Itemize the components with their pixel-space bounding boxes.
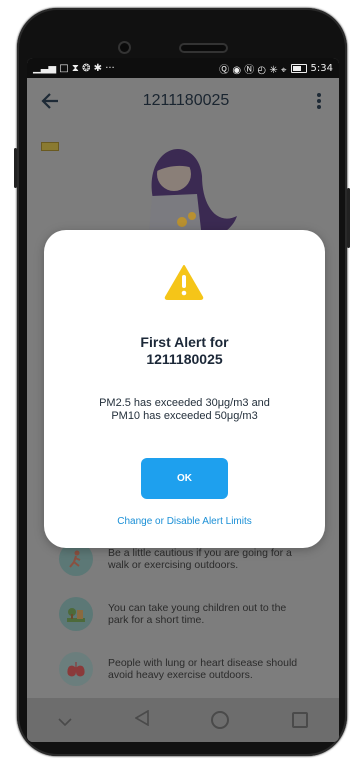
- sensor-battery-icon: [41, 142, 59, 151]
- recents-square-icon[interactable]: [291, 712, 308, 728]
- chevron-down-icon[interactable]: [58, 710, 72, 731]
- earpiece-speaker: [181, 45, 226, 51]
- tip-text: You can take young children out to the p…: [108, 602, 287, 626]
- system-nav-bar: [27, 698, 339, 742]
- list-item: You can take young children out to the p…: [59, 597, 308, 631]
- back-triangle-icon[interactable]: [134, 709, 149, 731]
- park-icon: [59, 597, 93, 631]
- more-options-icon[interactable]: [299, 78, 339, 124]
- change-alert-limits-link[interactable]: Change or Disable Alert Limits: [44, 516, 325, 527]
- battery-icon: [290, 63, 307, 73]
- status-icons-left: ▁▃▅ □ ⧗ ❂ ✱ ···: [33, 62, 115, 74]
- list-item: People with lung or heart disease should…: [59, 652, 308, 686]
- status-time: 5:34: [310, 62, 333, 74]
- dialog-message: PM2.5 has exceeded 30μg/m3 and PM10 has …: [44, 397, 325, 423]
- app-bar: 1211180025: [27, 78, 339, 124]
- dialog-title: First Alert for 1211180025: [44, 334, 325, 368]
- dialog-title-line1: First Alert for: [140, 334, 229, 350]
- volume-button: [14, 148, 17, 188]
- front-camera: [120, 43, 129, 52]
- power-button: [347, 188, 350, 248]
- page-title: 1211180025: [142, 92, 230, 109]
- home-circle-icon[interactable]: [211, 711, 230, 729]
- dialog-title-line2: 1211180025: [146, 351, 223, 367]
- warning-icon: [164, 264, 204, 300]
- dialog-message-line2: PM10 has exceeded 50μg/m3: [111, 410, 258, 422]
- status-bar: ▁▃▅ □ ⧗ ❂ ✱ ··· Ⓠ ◉ Ⓝ ◴ ✳ ⌖ 5:34: [27, 58, 339, 78]
- dialog-message-line1: PM2.5 has exceeded 30μg/m3 and: [99, 397, 270, 409]
- ok-button[interactable]: OK: [141, 458, 228, 499]
- alert-dialog: First Alert for 1211180025 PM2.5 has exc…: [44, 230, 325, 548]
- back-arrow-icon[interactable]: [27, 78, 73, 124]
- lungs-icon: [59, 652, 93, 686]
- tip-text: People with lung or heart disease should…: [108, 657, 298, 681]
- status-icons-right: Ⓠ ◉ Ⓝ ◴ ✳ ⌖: [219, 64, 287, 76]
- tip-text: Be a little cautious if you are going fo…: [108, 547, 292, 571]
